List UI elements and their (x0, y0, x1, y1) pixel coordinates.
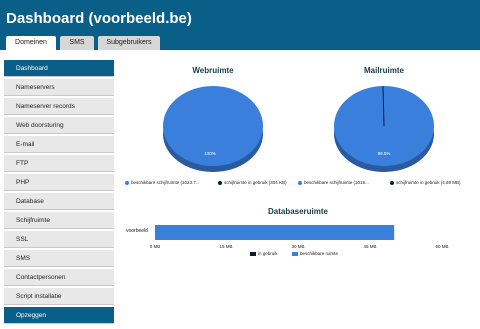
tab-subgebruikers[interactable]: Subgebruikers (98, 36, 160, 50)
x-tick-30: 30 MB (291, 244, 305, 249)
sidebar-item-nameservers[interactable]: Nameservers (4, 79, 114, 96)
sidebar-item-contactpersonen[interactable]: Contactpersonen (4, 269, 114, 286)
mailruimte-title: Mailruimte (363, 66, 404, 75)
sidebar-item-database[interactable]: Database (4, 193, 114, 210)
sidebar-item-schijfruimte[interactable]: Schijfruimte (4, 212, 114, 229)
db-bar-free (155, 225, 395, 240)
sidebar-item-dashboard[interactable]: Dashboard (4, 60, 114, 77)
webruimte-slice-label: 100% (204, 151, 216, 156)
mailruimte-slice-label: 99.5% (377, 151, 391, 156)
mailruimte-legend-used: schijfruimte in gebruik (4.69 MB) (390, 180, 461, 185)
tab-domeinen[interactable]: Domeinen (6, 36, 56, 50)
page-title: Dashboard (voorbeeld.be) (6, 10, 192, 27)
mailruimte-pie-chart (334, 85, 434, 172)
db-legend-free: beschikbare ruimte (292, 251, 338, 256)
webruimte-legend-free: beschikbare schijfruimte (1023.7... (125, 180, 200, 185)
legend-label: schijfruimte in gebruik (4.69 MB) (396, 180, 461, 185)
x-tick-45: 45 MB (363, 244, 377, 249)
databaseruimte-bar-chart (155, 225, 395, 240)
legend-dot-free (125, 180, 129, 185)
legend-label: beschikbare schijfruimte (1023.7... (131, 180, 200, 185)
legend-swatch-free (292, 251, 298, 256)
webruimte-pie-chart (163, 86, 263, 172)
legend-dot-used (390, 180, 394, 185)
header-bar: Dashboard (voorbeeld.be) Domeinen SMS Su… (0, 0, 480, 50)
sidebar-item-sms[interactable]: SMS (4, 250, 114, 267)
legend-label: schijfruimte in gebruik (304 KB) (224, 180, 287, 185)
sidebar-item-opzeggen[interactable]: Opzeggen (4, 307, 114, 324)
sidebar-item-nameserver-records[interactable]: Nameserver records (4, 98, 114, 115)
legend-label: in gebruik (258, 251, 278, 256)
legend-dot-free (298, 180, 302, 185)
mailruimte-legend-free: beschikbare schijfruimte (1019... (298, 180, 369, 185)
db-legend-used: in gebruik (250, 251, 278, 256)
tab-sms[interactable]: SMS (60, 36, 94, 50)
legend-label: beschikbare ruimte (300, 251, 339, 256)
sidebar-item-ftp[interactable]: FTP (4, 155, 114, 172)
legend-swatch-used (250, 251, 256, 256)
x-tick-15: 15 MB (219, 244, 233, 249)
webruimte-title: Webruimte (192, 66, 234, 75)
sidebar-item-php[interactable]: PHP (4, 174, 114, 191)
legend-label: beschikbare schijfruimte (1019... (304, 180, 369, 185)
sidebar-item-script-installatie[interactable]: Script installatie (4, 288, 114, 305)
webruimte-legend-used: schijfruimte in gebruik (304 KB) (218, 180, 287, 185)
sidebar-item-ssl[interactable]: SSL (4, 231, 114, 248)
sidebar-item-web-doorsturing[interactable]: Web doorsturing (4, 117, 114, 134)
legend-dot-used (218, 180, 222, 185)
databaseruimte-title: Databaseruimte (267, 207, 329, 216)
sidebar-item-e-mail[interactable]: E-mail (4, 136, 114, 153)
databaseruimte-category-label: voorbeeld (126, 228, 148, 234)
x-tick-60: 60 MB (435, 244, 449, 249)
x-tick-0: 0 MB (149, 244, 161, 249)
